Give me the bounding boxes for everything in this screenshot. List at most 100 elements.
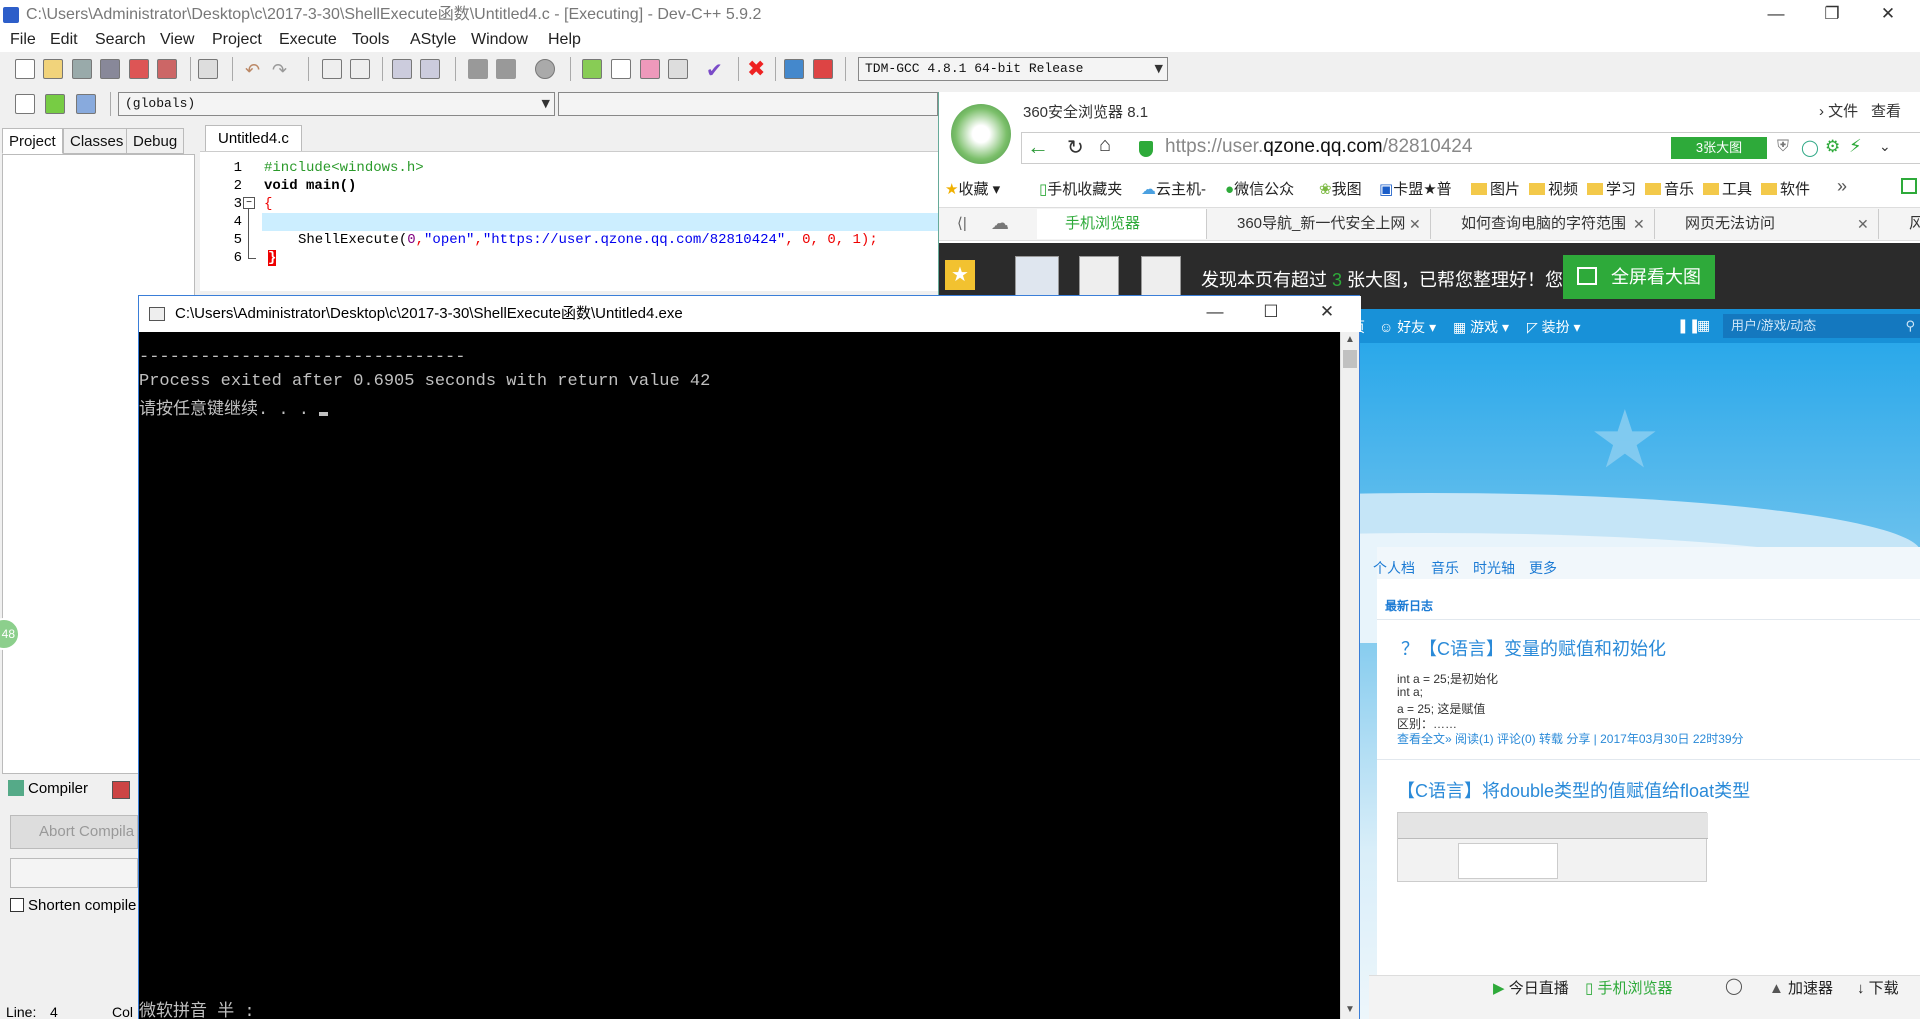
- bookmark-mobile[interactable]: ▯手机收藏夹: [1039, 178, 1122, 199]
- goto-forward-icon[interactable]: [496, 59, 516, 79]
- cloud-tab-icon[interactable]: ☁: [991, 213, 1009, 234]
- resources-icon[interactable]: [112, 781, 130, 799]
- scroll-up-icon[interactable]: ▲: [1345, 334, 1355, 345]
- compiler-select[interactable]: TDM-GCC 4.8.1 64-bit Release ▼: [858, 57, 1168, 81]
- menu-astyle[interactable]: AStyle: [410, 31, 456, 49]
- url-text[interactable]: https://user.qzone.qq.com/82810424: [1165, 136, 1472, 158]
- post-title[interactable]: 【C语言】将double类型的值赋值给float类型: [1397, 777, 1750, 803]
- find-icon[interactable]: [322, 59, 342, 79]
- menu-view[interactable]: 查看: [1871, 100, 1901, 121]
- link-music[interactable]: 音乐: [1431, 558, 1459, 578]
- check-syntax-icon[interactable]: ✔: [706, 58, 723, 83]
- close-file-icon[interactable]: [129, 59, 149, 79]
- restore-button[interactable]: ❐: [1812, 0, 1852, 30]
- stop-execution-icon[interactable]: ✖: [747, 56, 765, 82]
- abort-compilation-button[interactable]: Abort Compila: [10, 815, 138, 849]
- tab-360-nav[interactable]: 360导航_新一代安全上网: [1209, 209, 1431, 239]
- nav-decorate[interactable]: ◸ 装扮 ▾: [1527, 317, 1581, 337]
- status-live[interactable]: ▶ 今日直播: [1493, 977, 1569, 998]
- bookmark-favorites[interactable]: ★收藏 ▾: [945, 178, 1000, 199]
- run-icon[interactable]: [611, 59, 631, 79]
- star-favorite-icon[interactable]: ★: [945, 260, 975, 290]
- link-profile[interactable]: 个人档: [1373, 558, 1415, 578]
- console-close-button[interactable]: ✕: [1307, 298, 1347, 330]
- tab-classes[interactable]: Classes: [63, 128, 131, 154]
- insert-icon[interactable]: [15, 94, 35, 114]
- tab-close-icon[interactable]: ✕: [1409, 216, 1421, 233]
- console-scrollbar[interactable]: ▲ ▼: [1340, 332, 1359, 1019]
- shorten-compiler-paths-checkbox[interactable]: Shorten compile: [10, 897, 136, 914]
- profile-icon[interactable]: [784, 59, 804, 79]
- scope-select[interactable]: (globals) ▼: [118, 92, 555, 116]
- thumbnail[interactable]: [1079, 256, 1119, 296]
- tab-mobile-browser[interactable]: 手机浏览器: [1037, 209, 1207, 239]
- status-mobile-browser[interactable]: ▯ 手机浏览器: [1585, 977, 1672, 998]
- console-output[interactable]: -------------------------------- Process…: [139, 332, 1340, 1019]
- status-speed-icon[interactable]: ◯: [1725, 976, 1743, 996]
- gear-icon[interactable]: ⚙: [1825, 137, 1840, 157]
- big-image-badge[interactable]: 3张大图: [1671, 137, 1767, 159]
- link-more[interactable]: 更多: [1529, 558, 1557, 578]
- compile-icon[interactable]: [582, 59, 602, 79]
- indent-icon[interactable]: [392, 59, 412, 79]
- home-icon[interactable]: ⌂: [1099, 134, 1111, 157]
- bookmark-video[interactable]: 视频: [1529, 178, 1578, 199]
- undo-icon[interactable]: ↶: [245, 60, 260, 81]
- unindent-icon[interactable]: [420, 59, 440, 79]
- address-chevron-icon[interactable]: ⌄: [1879, 138, 1891, 155]
- menu-project[interactable]: Project: [212, 31, 262, 49]
- tab-query-chars[interactable]: 如何查询电脑的字符范围: [1433, 209, 1655, 239]
- bookmark-wechat[interactable]: ●微信公众: [1225, 178, 1294, 199]
- print-icon[interactable]: [198, 59, 218, 79]
- menu-search[interactable]: Search: [95, 31, 146, 49]
- menu-file[interactable]: File: [10, 31, 36, 49]
- bookmark-icon[interactable]: [535, 59, 555, 79]
- rebuild-icon[interactable]: [668, 59, 688, 79]
- menu-help[interactable]: Help: [548, 31, 581, 49]
- tab-debug[interactable]: Debug: [126, 128, 185, 154]
- bookmark-software[interactable]: 软件: [1761, 178, 1810, 199]
- chart-icon[interactable]: ▦: [1697, 317, 1710, 334]
- tab-feng[interactable]: 风: [1881, 209, 1920, 239]
- tab-untitled4[interactable]: Untitled4.c: [205, 125, 302, 152]
- toggle-bookmark-icon[interactable]: [45, 94, 65, 114]
- post-title[interactable]: ？【C语言】变量的赋值和初始化: [1401, 635, 1666, 661]
- menu-file[interactable]: › 文件: [1819, 100, 1858, 121]
- post-meta[interactable]: 查看全文» 阅读(1) 评论(0) 转载 分享 | 2017年03月30日 22…: [1397, 730, 1744, 747]
- nav-friends[interactable]: ☺ 好友 ▾: [1379, 317, 1436, 337]
- qzone-search-input[interactable]: 用户/游戏/动态 ⚲: [1723, 314, 1920, 338]
- status-accelerator[interactable]: ▲ 加速器: [1769, 977, 1833, 998]
- post-screenshot[interactable]: [1397, 812, 1708, 882]
- replace-icon[interactable]: [350, 59, 370, 79]
- bookmark-kameng[interactable]: ▣卡盟★普: [1379, 178, 1452, 199]
- bookmark-study[interactable]: 学习: [1587, 178, 1636, 199]
- delete-profile-icon[interactable]: [813, 59, 833, 79]
- status-download[interactable]: ↓ 下载: [1857, 977, 1899, 998]
- tab-page-unreachable[interactable]: 网页无法访问: [1657, 209, 1879, 239]
- thumbnail[interactable]: [1141, 256, 1181, 296]
- bookmark-cloud[interactable]: ☁云主机-: [1141, 178, 1206, 199]
- console-minimize-button[interactable]: —: [1195, 298, 1235, 330]
- save-icon[interactable]: [72, 59, 92, 79]
- close-button[interactable]: ✕: [1868, 0, 1908, 30]
- menu-window[interactable]: Window: [471, 31, 528, 49]
- bookmark-music[interactable]: 音乐: [1645, 178, 1694, 199]
- goto-back-icon[interactable]: [468, 59, 488, 79]
- redo-icon[interactable]: ↷: [272, 60, 287, 81]
- apps-grid-icon[interactable]: [1901, 178, 1917, 194]
- compiler-tab[interactable]: Compiler: [8, 780, 88, 797]
- console-maximize-button[interactable]: ☐: [1251, 298, 1291, 330]
- open-file-icon[interactable]: [43, 59, 63, 79]
- fullscreen-images-button[interactable]: 全屏看大图: [1563, 255, 1715, 299]
- close-all-icon[interactable]: [157, 59, 177, 79]
- accelerate-icon[interactable]: ⚡: [1849, 136, 1862, 157]
- nav-games[interactable]: ▦ 游戏 ▾: [1453, 317, 1509, 337]
- member-select[interactable]: [558, 92, 938, 116]
- shield-icon[interactable]: ⛨: [1777, 138, 1789, 156]
- thumbnail[interactable]: [1015, 256, 1059, 296]
- tab-project[interactable]: Project: [2, 128, 63, 154]
- goto-bookmark-icon[interactable]: [76, 94, 96, 114]
- menu-edit[interactable]: Edit: [50, 31, 78, 49]
- bookmark-wotu[interactable]: ❀我图: [1319, 178, 1362, 199]
- scroll-down-icon[interactable]: ▼: [1345, 1004, 1355, 1015]
